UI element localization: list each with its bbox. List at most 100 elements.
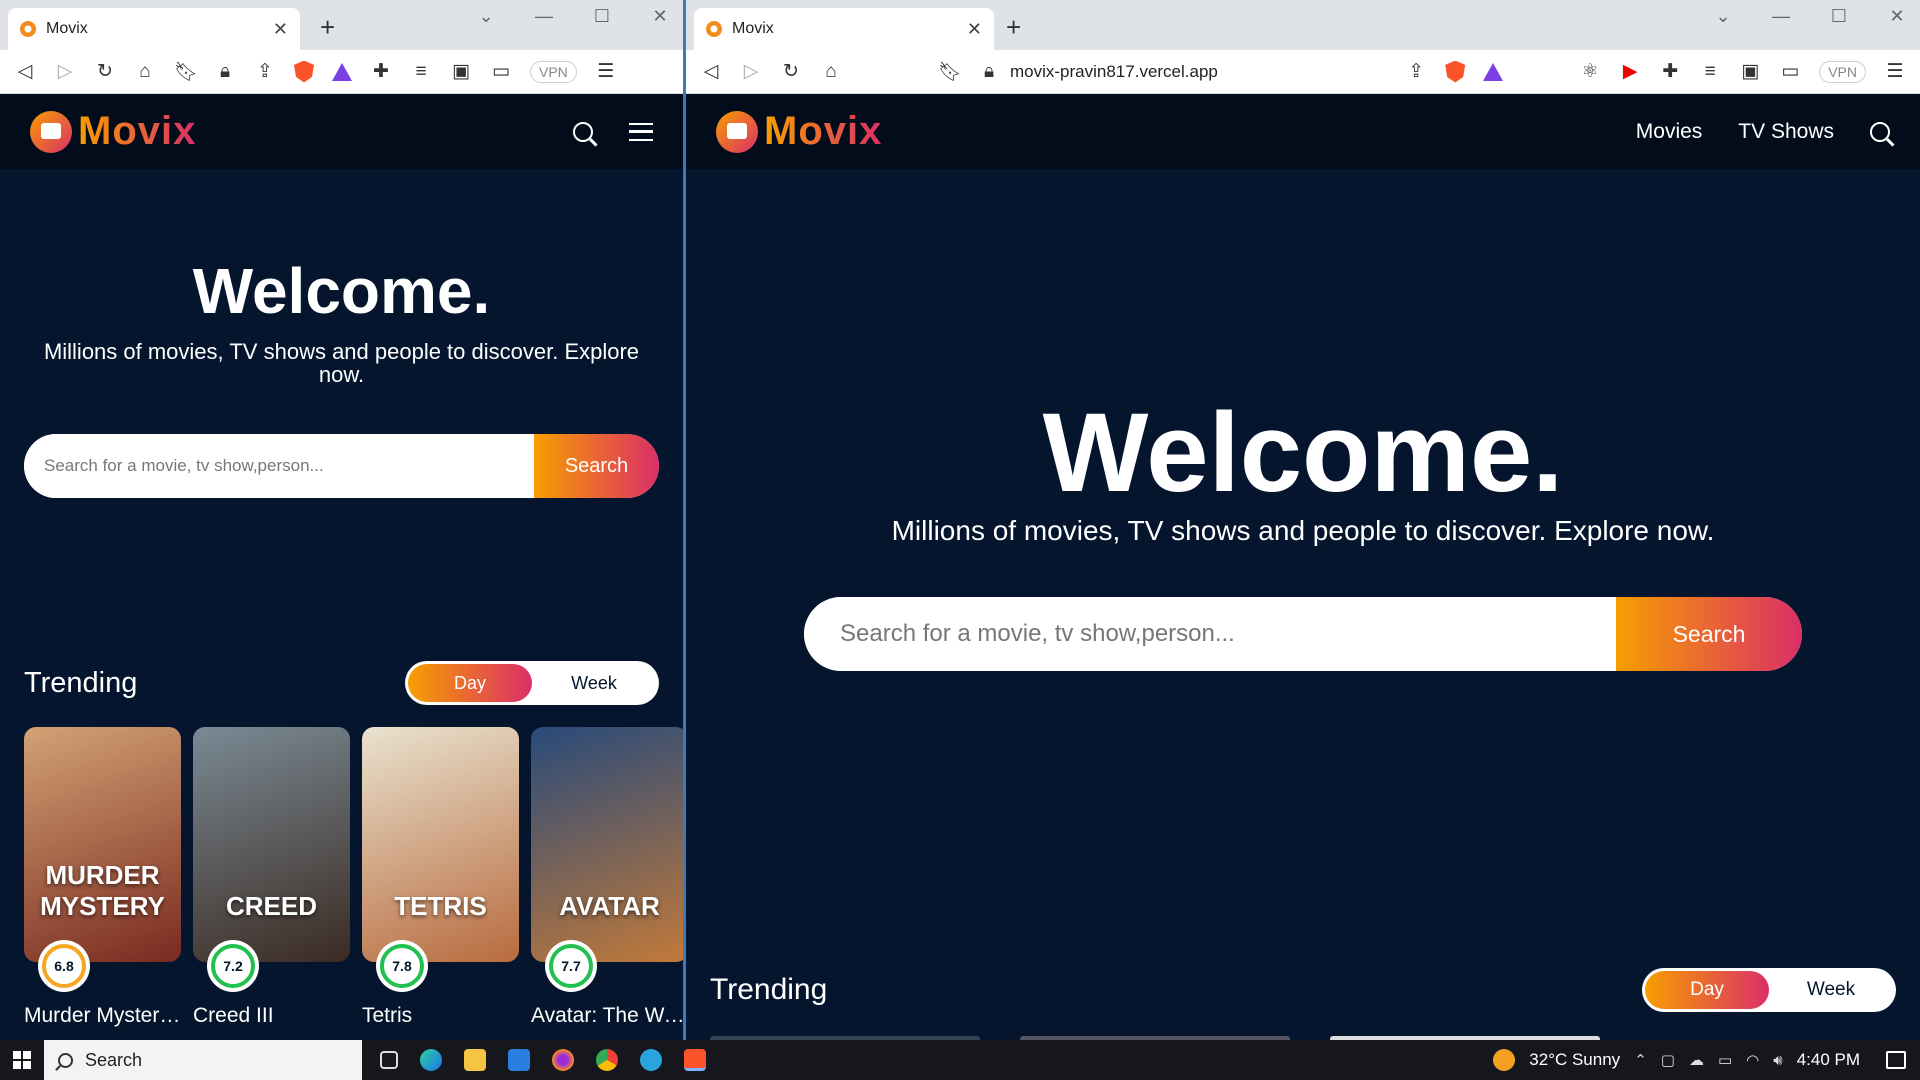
search-icon[interactable] — [1870, 121, 1890, 142]
lock-icon[interactable]: 🔒︎ — [214, 61, 236, 83]
tab-close-icon[interactable]: ✕ — [273, 19, 288, 40]
search-input[interactable] — [24, 434, 534, 499]
wallet-icon[interactable]: ▭ — [490, 60, 512, 83]
lock-icon[interactable]: 🔒︎ — [978, 61, 1000, 83]
movie-card[interactable]: AVATAR 7.7 Avatar: The Way of Water — [531, 727, 683, 1028]
movie-poster[interactable]: MURDER MYSTERY 6.8 — [24, 727, 181, 993]
tab-search-icon[interactable]: ⌄ — [471, 6, 501, 27]
movie-poster[interactable]: AVATAR 7.7 — [531, 727, 683, 993]
extensions-icon[interactable]: ✚ — [1659, 60, 1681, 83]
windows-taskbar: Search 32°C Sunny ⌃ ▢ ☁ ▭ ◠ 🔊︎ 4:40 PM — [0, 1040, 1920, 1080]
minimize-button[interactable]: — — [529, 6, 559, 27]
new-tab-button[interactable]: + — [320, 12, 335, 43]
onedrive-icon[interactable]: ☁ — [1689, 1051, 1704, 1069]
youtube-extension-icon[interactable]: ▶ — [1619, 60, 1641, 83]
search-icon[interactable] — [573, 121, 593, 142]
brave-shields-icon[interactable] — [1445, 60, 1466, 83]
start-button[interactable] — [0, 1040, 44, 1080]
brave-rewards-icon[interactable] — [332, 62, 352, 81]
chevron-up-icon[interactable]: ⌃ — [1634, 1051, 1647, 1069]
extensions-icon[interactable]: ✚ — [370, 60, 392, 83]
day-week-switch: Day Week — [1642, 968, 1896, 1012]
menu-icon[interactable]: ☰ — [595, 60, 617, 83]
address-bar[interactable]: 🔒︎ movix-pravin817.vercel.app ⇪ — [978, 54, 1428, 89]
search-button[interactable]: Search — [1616, 597, 1802, 671]
menu-icon[interactable]: ☰ — [1884, 60, 1906, 83]
search-button[interactable]: Search — [534, 434, 659, 499]
tab-search-icon[interactable]: ⌄ — [1708, 6, 1738, 27]
react-devtools-icon[interactable]: ⚛ — [1579, 60, 1601, 83]
bookmark-icon[interactable]: 🔖︎ — [938, 60, 962, 84]
share-icon[interactable]: ⇪ — [254, 60, 276, 83]
taskbar-search[interactable]: Search — [44, 1040, 362, 1080]
close-window-button[interactable]: ✕ — [1882, 6, 1912, 27]
main-nav: Movies TV Shows — [1636, 120, 1890, 144]
share-icon[interactable]: ⇪ — [1405, 60, 1427, 83]
day-week-switch: Day Week — [405, 661, 659, 706]
switch-tab-day[interactable]: Day — [408, 664, 532, 703]
browser-tab[interactable]: Movix ✕ — [8, 8, 300, 50]
movie-title[interactable]: Tetris — [362, 1004, 519, 1028]
playlist-icon[interactable]: ≡ — [410, 61, 432, 83]
tab-close-icon[interactable]: ✕ — [967, 19, 982, 40]
battery-icon[interactable]: ▭ — [1718, 1051, 1732, 1069]
nav-tv-shows[interactable]: TV Shows — [1738, 120, 1834, 144]
browser-tab[interactable]: Movix ✕ — [694, 8, 994, 50]
movie-title[interactable]: Creed III — [193, 1004, 350, 1028]
bookmark-icon[interactable]: 🔖︎ — [174, 60, 198, 84]
brave-rewards-icon[interactable] — [1483, 62, 1504, 81]
back-icon[interactable]: ◁ — [14, 60, 36, 83]
nav-movies[interactable]: Movies — [1636, 120, 1703, 144]
vpn-button[interactable]: VPN — [530, 60, 577, 83]
task-view-icon[interactable] — [380, 1051, 398, 1069]
movie-poster[interactable]: TETRIS 7.8 — [362, 727, 519, 993]
forward-icon[interactable]: ▷ — [740, 60, 762, 83]
firefox-icon[interactable] — [552, 1049, 574, 1071]
browser-toolbar: ◁ ▷ ↻ ⌂ 🔖︎ 🔒︎ movix-pravin817.vercel.app… — [686, 50, 1920, 94]
maximize-button[interactable]: ☐ — [1824, 6, 1854, 27]
movie-card[interactable]: TETRIS 7.8 Tetris — [362, 727, 519, 1028]
maximize-button[interactable]: ☐ — [587, 6, 617, 27]
reload-icon[interactable]: ↻ — [94, 60, 116, 83]
movie-poster[interactable]: CREED 7.2 — [193, 727, 350, 993]
sidebar-icon[interactable]: ▣ — [450, 60, 472, 83]
switch-tab-week[interactable]: Week — [1769, 971, 1893, 1009]
movix-logo[interactable]: Movix — [716, 109, 882, 154]
movix-logo[interactable]: Movix — [30, 109, 196, 154]
brave-taskbar-icon[interactable] — [684, 1049, 706, 1071]
minimize-button[interactable]: — — [1766, 6, 1796, 27]
close-window-button[interactable]: ✕ — [645, 6, 675, 27]
weather-text[interactable]: 32°C Sunny — [1529, 1050, 1620, 1070]
search-input[interactable] — [804, 597, 1616, 671]
home-icon[interactable]: ⌂ — [820, 61, 842, 83]
movie-card[interactable]: MURDER MYSTERY 6.8 Murder Mystery 2 — [24, 727, 181, 1028]
telegram-icon[interactable] — [640, 1049, 662, 1071]
brave-shields-icon[interactable] — [294, 60, 314, 83]
wifi-icon[interactable]: ◠ — [1746, 1051, 1759, 1069]
rating-ring — [380, 944, 424, 989]
new-tab-button[interactable]: + — [1006, 12, 1021, 43]
forward-icon[interactable]: ▷ — [54, 60, 76, 83]
wallet-icon[interactable]: ▭ — [1779, 60, 1801, 83]
home-icon[interactable]: ⌂ — [134, 61, 156, 83]
movie-title[interactable]: Avatar: The Way of Water — [531, 1004, 683, 1028]
hamburger-menu-icon[interactable] — [629, 122, 653, 141]
switch-tab-day[interactable]: Day — [1645, 971, 1769, 1009]
chrome-icon[interactable] — [596, 1049, 618, 1071]
reload-icon[interactable]: ↻ — [780, 60, 802, 83]
movie-title[interactable]: Murder Mystery 2 — [24, 1004, 181, 1028]
sidebar-icon[interactable]: ▣ — [1739, 60, 1761, 83]
volume-icon[interactable]: 🔊︎ — [1773, 1052, 1782, 1069]
weather-sun-icon[interactable] — [1493, 1049, 1516, 1071]
notification-icon[interactable] — [1886, 1051, 1906, 1069]
edge-icon[interactable] — [420, 1049, 442, 1071]
vpn-button[interactable]: VPN — [1819, 60, 1866, 83]
mail-icon[interactable] — [508, 1049, 530, 1071]
file-explorer-icon[interactable] — [464, 1049, 486, 1071]
back-icon[interactable]: ◁ — [700, 60, 722, 83]
clock[interactable]: 4:40 PM — [1797, 1050, 1860, 1070]
playlist-icon[interactable]: ≡ — [1699, 61, 1721, 83]
switch-tab-week[interactable]: Week — [532, 664, 656, 702]
meet-icon[interactable]: ▢ — [1661, 1051, 1675, 1069]
movie-card[interactable]: CREED 7.2 Creed III — [193, 727, 350, 1028]
